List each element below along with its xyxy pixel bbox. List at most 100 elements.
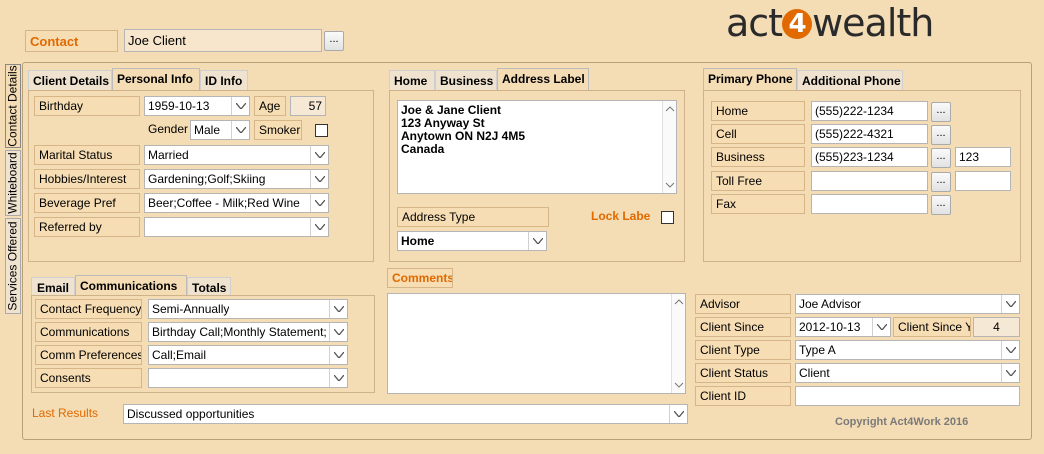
address-scrollbar[interactable] [662,101,676,193]
phone-business-field[interactable]: (555)223-1234 [811,147,928,167]
tab-services-offered[interactable]: Services Offered [5,218,21,314]
chevron-down-icon[interactable] [231,121,249,139]
chevron-down-icon[interactable] [1001,295,1019,313]
chevron-down-icon[interactable] [1001,341,1019,359]
phone-home-field[interactable]: (555)222-1234 [811,101,928,121]
scroll-down-icon[interactable] [672,379,686,391]
hobbies-label: Hobbies/Interest [34,169,140,189]
age-label: Age [254,96,286,116]
referred-by-select[interactable] [144,217,329,237]
address-type-select[interactable]: Home [397,231,547,251]
phone-tollfree-ext-field[interactable] [955,171,1011,191]
client-since-yrs-field: 4 [973,317,1020,337]
advisor-label: Advisor [695,294,791,314]
chevron-down-icon[interactable] [310,194,328,212]
client-id-field[interactable] [795,386,1020,406]
contact-name-field[interactable]: Joe Client [124,29,322,52]
address-type-label: Address Type [397,207,549,227]
contact-label: Contact [25,30,118,52]
client-since-label: Client Since [695,317,791,337]
tab-client-details[interactable]: Client Details [28,70,112,90]
lock-label-checkbox[interactable] [661,211,674,224]
lock-label-label: Lock Label [591,209,651,223]
address-label-text[interactable]: Joe & Jane Client 123 Anyway St Anytown … [397,100,677,194]
hobbies-select[interactable]: Gardening;Golf;Skiing [144,169,329,189]
marital-status-select[interactable]: Married [144,145,329,165]
advisor-select[interactable]: Joe Advisor [795,294,1020,314]
tab-contact-details[interactable]: Contact Details [5,64,21,148]
tab-primary-phone[interactable]: Primary Phone [703,68,797,90]
phone-tollfree-button[interactable]: ... [931,172,951,192]
chevron-down-icon[interactable] [669,405,687,423]
consents-select[interactable] [148,368,348,388]
communications-label: Communications [35,322,142,342]
chevron-down-icon[interactable] [329,369,347,387]
comm-preferences-label: Comm Preferences [35,345,142,365]
scroll-down-icon[interactable] [663,179,677,191]
phone-cell-field[interactable]: (555)222-4321 [811,124,928,144]
beverage-label: Beverage Pref [34,193,140,213]
comm-preferences-select[interactable]: Call;Email [148,345,348,365]
tab-totals[interactable]: Totals [187,277,231,297]
consents-label: Consents [35,368,142,388]
phone-tollfree-field[interactable] [811,171,928,191]
phone-label-home: Home [711,101,805,121]
age-field: 57 [290,96,326,116]
communications-select[interactable]: Birthday Call;Monthly Statement;RRS [148,322,348,342]
smoker-checkbox[interactable] [315,124,328,137]
phone-business-ext-field[interactable]: 123 [955,147,1011,167]
chevron-down-icon[interactable] [1001,364,1019,382]
tab-home-address[interactable]: Home [389,70,435,90]
chevron-down-icon[interactable] [329,346,347,364]
phone-fax-field[interactable] [811,194,928,214]
address-line: Canada [401,142,445,156]
contact-frequency-select[interactable]: Semi-Annually [148,299,348,319]
birthday-picker[interactable]: 1959-10-13 [144,96,250,116]
contact-browse-button[interactable]: ... [324,31,344,51]
comments-textarea[interactable] [387,293,686,394]
chevron-down-icon[interactable] [310,218,328,236]
phone-cell-button[interactable]: ... [931,125,951,145]
phone-label-business: Business [711,147,805,167]
beverage-select[interactable]: Beer;Coffee - Milk;Red Wine [144,193,329,213]
app-logo: act 4 wealth [726,1,934,45]
comm-tabs: Email Communications Totals [31,275,381,297]
chevron-down-icon[interactable] [872,318,890,336]
scroll-up-icon[interactable] [663,103,677,115]
tab-personal-info[interactable]: Personal Info [112,68,200,90]
smoker-label: Smoker [254,120,302,140]
phone-fax-button[interactable]: ... [931,195,951,215]
tab-email[interactable]: Email [31,277,75,297]
comments-scrollbar[interactable] [671,294,685,393]
marital-status-label: Marital Status [34,145,140,165]
referred-by-label: Referred by [34,217,140,237]
phone-label-cell: Cell [711,124,805,144]
client-status-select[interactable]: Client [795,363,1020,383]
chevron-down-icon[interactable] [329,323,347,341]
tab-address-label[interactable]: Address Label [497,68,589,90]
client-id-label: Client ID [695,386,791,406]
chevron-down-icon[interactable] [231,97,249,115]
tab-id-info[interactable]: ID Info [200,70,248,90]
tab-business-address[interactable]: Business [435,70,497,90]
client-type-label: Client Type [695,340,791,360]
chevron-down-icon[interactable] [310,146,328,164]
phone-home-button[interactable]: ... [931,102,951,122]
phone-business-button[interactable]: ... [931,148,951,168]
phone-tabs: Primary Phone Additional Phone [703,68,1023,92]
address-tabs: Home Business Address Label [389,68,689,92]
last-results-label: Last Results [32,406,99,420]
chevron-down-icon[interactable] [329,300,347,318]
chevron-down-icon[interactable] [528,232,546,250]
last-results-select[interactable]: Discussed opportunities [123,404,688,424]
tab-whiteboard[interactable]: Whiteboard [5,150,21,216]
client-type-select[interactable]: Type A [795,340,1020,360]
scroll-up-icon[interactable] [672,296,686,308]
client-since-picker[interactable]: 2012-10-13 [795,317,891,337]
client-tabs: Client Details Personal Info ID Info [28,68,378,92]
tab-additional-phone[interactable]: Additional Phone [797,70,903,90]
chevron-down-icon[interactable] [310,170,328,188]
gender-select[interactable]: Male [190,120,250,140]
phone-label-tollfree: Toll Free [711,171,805,191]
tab-communications[interactable]: Communications [75,275,187,297]
